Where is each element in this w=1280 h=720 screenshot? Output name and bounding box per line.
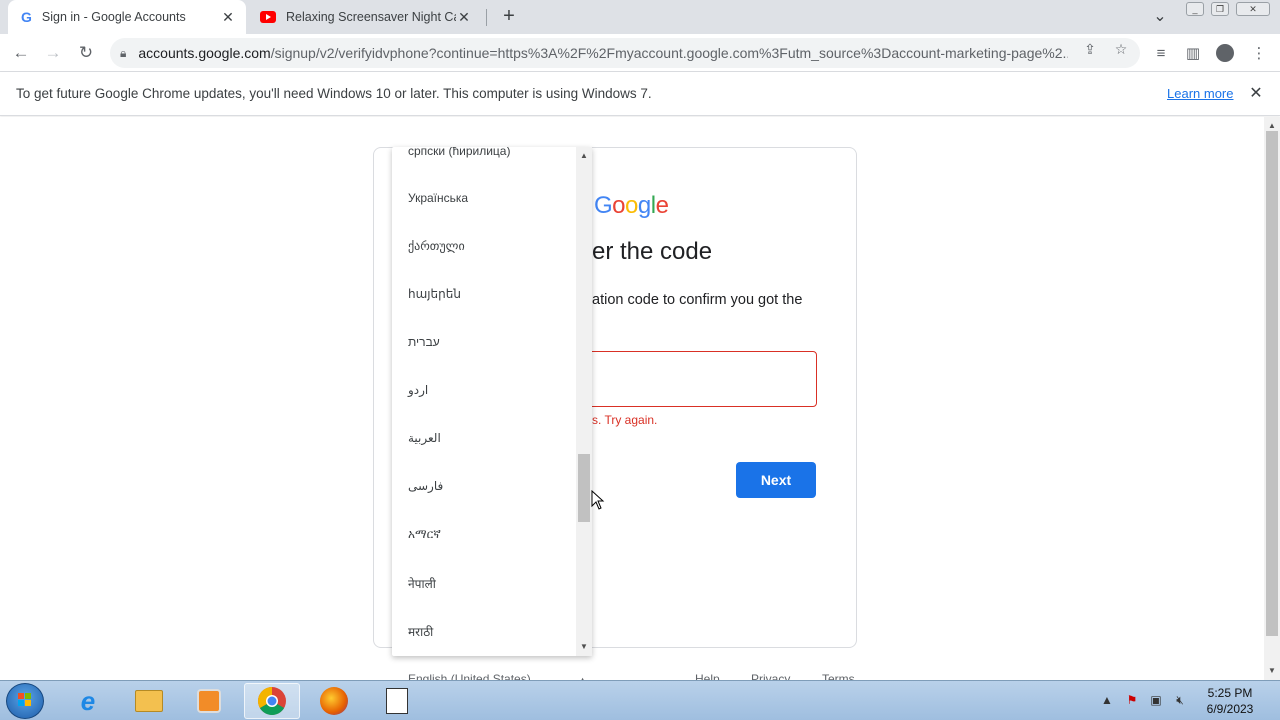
media-control-icon[interactable]: ≡: [1150, 42, 1172, 64]
new-tab-button[interactable]: +: [499, 6, 519, 26]
back-button[interactable]: ←: [9, 41, 33, 65]
tab-youtube[interactable]: Relaxing Screensaver Night Car S ✕: [250, 0, 482, 34]
show-hidden-icons-icon[interactable]: ▲: [1099, 693, 1115, 709]
file-explorer-icon[interactable]: [121, 683, 177, 719]
forward-button[interactable]: →: [41, 41, 65, 65]
tab-google-sign-in[interactable]: G Sign in - Google Accounts ✕: [8, 0, 246, 34]
language-option[interactable]: ქართული: [408, 239, 465, 253]
dropdown-scroll-thumb[interactable]: [578, 454, 590, 522]
action-center-icon[interactable]: ⚑: [1124, 693, 1140, 709]
terms-link[interactable]: Terms: [822, 672, 855, 680]
google-g-icon: G: [21, 9, 32, 25]
language-option[interactable]: አማርኛ: [408, 527, 441, 542]
volume-muted-icon[interactable]: 🔇︎: [1172, 693, 1188, 709]
language-option[interactable]: اردو: [408, 383, 428, 397]
language-option[interactable]: հայերեն: [408, 287, 461, 301]
learn-more-link[interactable]: Learn more: [1167, 86, 1233, 101]
address-bar[interactable]: 🔒︎ accounts.google.com/signup/v2/verifyi…: [110, 38, 1140, 68]
minimize-button[interactable]: _: [1186, 2, 1204, 16]
help-link[interactable]: Help: [695, 672, 720, 680]
close-window-button[interactable]: ✕: [1236, 2, 1270, 16]
scroll-up-arrow-icon[interactable]: ▲: [576, 149, 592, 163]
google-logo: Google: [594, 192, 669, 219]
language-option[interactable]: नेपाली: [408, 575, 436, 592]
side-panel-icon[interactable]: ▥: [1182, 42, 1204, 64]
close-tab-icon[interactable]: ✕: [220, 9, 236, 25]
tab-strip: G Sign in - Google Accounts ✕ Relaxing S…: [0, 0, 1280, 34]
language-option[interactable]: עברית: [408, 335, 440, 349]
tab-title: Relaxing Screensaver Night Car S: [286, 10, 456, 24]
dropdown-scrollbar[interactable]: ▲ ▼: [576, 147, 592, 656]
internet-explorer-icon[interactable]: e: [60, 683, 116, 719]
mouse-cursor-icon: [591, 490, 605, 510]
system-clock[interactable]: 5:25 PM 6/9/2023: [1200, 685, 1260, 717]
clock-time: 5:25 PM: [1207, 686, 1253, 700]
maximize-button[interactable]: ❐: [1211, 2, 1229, 16]
close-tab-icon[interactable]: ✕: [456, 9, 472, 25]
language-option[interactable]: српски (ћирилица): [408, 147, 510, 158]
media-player-icon[interactable]: [181, 683, 237, 719]
close-infobar-icon[interactable]: ✕: [1246, 83, 1266, 103]
windows-logo-icon: [18, 693, 31, 706]
next-button[interactable]: Next: [736, 462, 816, 498]
profile-avatar[interactable]: [1214, 42, 1236, 64]
language-selector[interactable]: English (United States) ▲: [408, 672, 587, 680]
error-message: s. Try again.: [592, 413, 658, 427]
page-scrollbar[interactable]: ▲ ▼: [1264, 117, 1280, 680]
description-text: ation code to confirm you got the: [592, 292, 803, 308]
lock-icon[interactable]: 🔒︎: [120, 46, 126, 61]
privacy-link[interactable]: Privacy: [751, 672, 790, 680]
language-option[interactable]: العربية: [408, 431, 441, 445]
language-option[interactable]: فارسی: [408, 479, 443, 493]
chrome-taskbar-icon[interactable]: [244, 683, 300, 719]
tab-separator: [486, 9, 487, 26]
language-dropdown[interactable]: српски (ћирилица) Українська ქართული հայ…: [392, 147, 592, 656]
language-option[interactable]: मराठी: [408, 623, 433, 640]
menu-kebab-icon[interactable]: ⋮: [1248, 42, 1270, 64]
bookmark-star-icon[interactable]: ☆: [1113, 41, 1129, 57]
network-icon[interactable]: ▣: [1148, 693, 1164, 709]
youtube-icon: [260, 11, 276, 23]
start-button[interactable]: [6, 683, 44, 719]
firefox-icon[interactable]: [306, 683, 362, 719]
chrome-icon: [258, 687, 286, 715]
scroll-down-arrow-icon[interactable]: ▼: [1264, 664, 1280, 678]
page-heading: er the code: [592, 238, 713, 265]
page-scroll-thumb[interactable]: [1266, 131, 1278, 636]
share-icon[interactable]: ⇪: [1082, 41, 1098, 57]
scroll-down-arrow-icon[interactable]: ▼: [576, 640, 592, 654]
update-infobar: To get future Google Chrome updates, you…: [0, 72, 1280, 116]
infobar-message: To get future Google Chrome updates, you…: [16, 86, 652, 101]
tab-search-icon[interactable]: ⌄: [1150, 6, 1170, 26]
browser-toolbar: ← → ↻ 🔒︎ accounts.google.com/signup/v2/v…: [0, 34, 1280, 72]
reload-button[interactable]: ↻: [74, 41, 98, 65]
clock-date: 6/9/2023: [1206, 702, 1254, 716]
page-content: Google er the code ation code to confirm…: [0, 117, 1264, 680]
language-option[interactable]: Українська: [408, 191, 468, 205]
document-app-icon[interactable]: [369, 683, 425, 719]
tab-title: Sign in - Google Accounts: [41, 10, 186, 24]
windows-taskbar: e ▲ ⚑ ▣ 🔇︎ 5:25 PM 6/9/2023: [0, 680, 1280, 720]
url-text[interactable]: accounts.google.com/signup/v2/verifyidvp…: [138, 45, 1068, 61]
